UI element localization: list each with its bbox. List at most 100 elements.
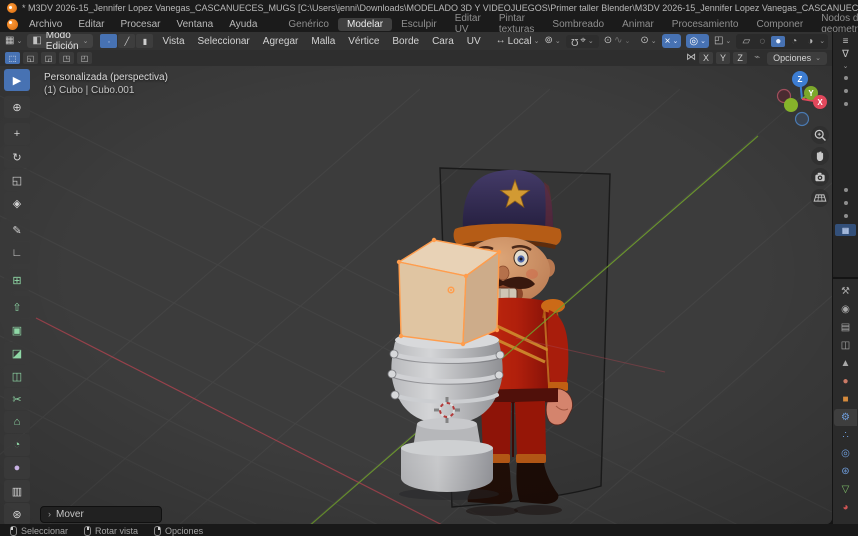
menu-borde[interactable]: Borde	[388, 36, 423, 47]
select-intersect-button[interactable]: ◰	[77, 52, 92, 64]
tab-modelar[interactable]: Modelar	[337, 17, 393, 31]
tool-poly-build[interactable]: ⌂	[4, 411, 30, 433]
shading-solid-button[interactable]: ●	[771, 35, 786, 47]
menu-cara[interactable]: Cara	[428, 36, 458, 47]
navigation-gizmo[interactable]: Z Y X	[772, 69, 832, 129]
transform-orientation-dropdown[interactable]: ↔ Local ⌄	[496, 36, 540, 47]
mode-dropdown[interactable]: ◧ Modo Edición ⌄	[27, 32, 94, 52]
tab-procesamiento[interactable]: Procesamiento	[663, 18, 748, 31]
show-gizmos-toggle[interactable]: × ⌄	[661, 34, 682, 48]
edge-select-button[interactable]: ╱	[118, 34, 136, 48]
properties-tab-constraints[interactable]: ⊛	[834, 463, 857, 480]
properties-tab-data[interactable]: ▽	[834, 481, 857, 498]
menu-vertice[interactable]: Vértice	[344, 36, 383, 47]
editor-type-dropdown[interactable]: ▦ ⌄	[5, 36, 22, 46]
magnet-icon[interactable]: Ω	[571, 36, 578, 47]
tool-knife[interactable]: ✂	[4, 388, 30, 410]
xray-dropdown[interactable]: ◰ ⌄	[714, 36, 731, 46]
shading-xray-button[interactable]: ▱	[739, 36, 753, 47]
outliner-item-dot[interactable]	[843, 102, 848, 106]
object-visibility-dropdown[interactable]: ⊙ ⌄	[640, 36, 656, 46]
snap-steps-icon[interactable]: ⌁	[754, 53, 760, 63]
properties-tab-world[interactable]: ●	[834, 373, 857, 390]
menu-editar[interactable]: Editar	[70, 19, 112, 30]
menu-seleccionar[interactable]: Seleccionar	[194, 36, 254, 47]
mirror-x-button[interactable]: X	[699, 52, 714, 64]
select-set-button[interactable]: ⬚	[5, 52, 20, 64]
tool-bevel[interactable]: ◪	[4, 342, 30, 364]
outliner-item-dot[interactable]	[843, 76, 848, 80]
properties-tab-scene[interactable]: ▲	[834, 355, 857, 372]
outliner-strip[interactable]: ≡ ∇ ⌄ ▦	[833, 32, 858, 277]
zoom-button[interactable]	[811, 126, 829, 144]
menu-uv[interactable]: UV	[463, 36, 485, 47]
outliner-selected-item[interactable]: ▦	[835, 224, 856, 236]
menu-archivo[interactable]: Archivo	[21, 19, 70, 30]
properties-tab-material[interactable]: ◕	[834, 499, 857, 516]
shading-wireframe-button[interactable]: ◌	[755, 36, 769, 47]
menu-agregar[interactable]: Agregar	[259, 36, 303, 47]
mirror-z-button[interactable]: Z	[733, 52, 748, 64]
shading-dropdown[interactable]: ⌄	[819, 38, 825, 45]
tab-generico[interactable]: Genérico	[279, 18, 338, 31]
tool-annotate[interactable]: ✎	[4, 219, 30, 241]
mirror-y-button[interactable]: Y	[716, 52, 731, 64]
select-extend-button[interactable]: ◱	[23, 52, 38, 64]
tool-shrink-fatten[interactable]: ⊛	[4, 503, 30, 524]
show-overlays-toggle[interactable]: ◎ ⌄	[686, 34, 709, 48]
tool-options-dropdown[interactable]: Opciones ⌄	[767, 51, 827, 65]
menu-vista[interactable]: Vista	[158, 36, 188, 47]
outliner-item-dot[interactable]	[843, 89, 848, 93]
pan-button[interactable]	[811, 147, 829, 165]
shading-material-button[interactable]: ◔	[787, 36, 801, 47]
gizmo-neg-z-ball[interactable]	[794, 111, 810, 127]
menu-ventana[interactable]: Ventana	[169, 19, 222, 30]
tool-scale[interactable]: ◱	[4, 169, 30, 191]
menu-procesar[interactable]: Procesar	[112, 19, 168, 30]
outliner-item-dot[interactable]	[843, 201, 848, 205]
tool-measure[interactable]: ∟	[4, 242, 30, 264]
perspective-toggle-button[interactable]	[811, 189, 829, 207]
tool-add-cube[interactable]: ⊞	[4, 269, 30, 291]
tab-animar[interactable]: Animar	[613, 18, 663, 31]
shading-rendered-button[interactable]: ◑	[803, 36, 817, 47]
outliner-filter-icon[interactable]: ∇	[842, 50, 849, 60]
camera-view-button[interactable]	[811, 168, 829, 186]
tool-rotate[interactable]: ↻	[4, 146, 30, 168]
properties-tab-render[interactable]: ◉	[834, 301, 857, 318]
tool-loop-cut[interactable]: ◫	[4, 365, 30, 387]
select-subtract-button[interactable]: ◲	[41, 52, 56, 64]
tool-select-box[interactable]: ▶	[4, 69, 30, 91]
tool-inset-faces[interactable]: ▣	[4, 319, 30, 341]
properties-tab-tool[interactable]: ⚒	[834, 283, 857, 300]
select-invert-button[interactable]: ◳	[59, 52, 74, 64]
tool-smooth[interactable]: ●	[4, 457, 30, 479]
viewport-canvas[interactable]: ▶ ⊕ + ↻ ◱ ◈ ✎ ∟ ⊞ ⇧ ▣ ◪ ◫ ✂ ⌂ ◔ ● ▥ ⊛ Pe…	[0, 66, 832, 524]
gizmo-neg-y-ball[interactable]	[784, 98, 798, 112]
tool-spin[interactable]: ◔	[4, 434, 30, 456]
tool-extrude-region[interactable]: ⇧	[4, 296, 30, 318]
tool-transform[interactable]: ◈	[4, 192, 30, 214]
pivot-point-dropdown[interactable]: ⊚ ⌄	[544, 36, 560, 46]
properties-tab-output[interactable]: ▤	[834, 319, 857, 336]
scene-3d[interactable]	[0, 66, 832, 524]
tab-esculpir[interactable]: Esculpir	[392, 18, 446, 31]
outliner-item-dot[interactable]	[843, 188, 848, 192]
outliner-list-icon[interactable]: ≡	[843, 37, 849, 47]
operator-panel-mover[interactable]: › Mover	[40, 506, 162, 523]
tool-3d-cursor[interactable]: ⊕	[4, 96, 30, 118]
snap-target-icon[interactable]: ⌖	[580, 36, 586, 46]
vertex-select-button[interactable]: ∙	[100, 34, 118, 48]
properties-tab-physics[interactable]: ◎	[834, 445, 857, 462]
properties-tab-view-layer[interactable]: ◫	[834, 337, 857, 354]
menu-ayuda[interactable]: Ayuda	[221, 19, 265, 30]
properties-tab-modifiers[interactable]: ⚙	[834, 409, 857, 426]
tab-componer[interactable]: Componer	[748, 18, 813, 31]
tool-edge-slide[interactable]: ▥	[4, 480, 30, 502]
face-select-button[interactable]: ▮	[136, 34, 154, 48]
properties-tab-object[interactable]: ■	[834, 391, 857, 408]
blender-menu-icon[interactable]	[7, 18, 18, 30]
tool-move[interactable]: +	[4, 123, 30, 145]
properties-tab-particles[interactable]: ∴	[834, 427, 857, 444]
proportional-editing[interactable]: ⊙ ∿ ⌄	[604, 36, 631, 46]
